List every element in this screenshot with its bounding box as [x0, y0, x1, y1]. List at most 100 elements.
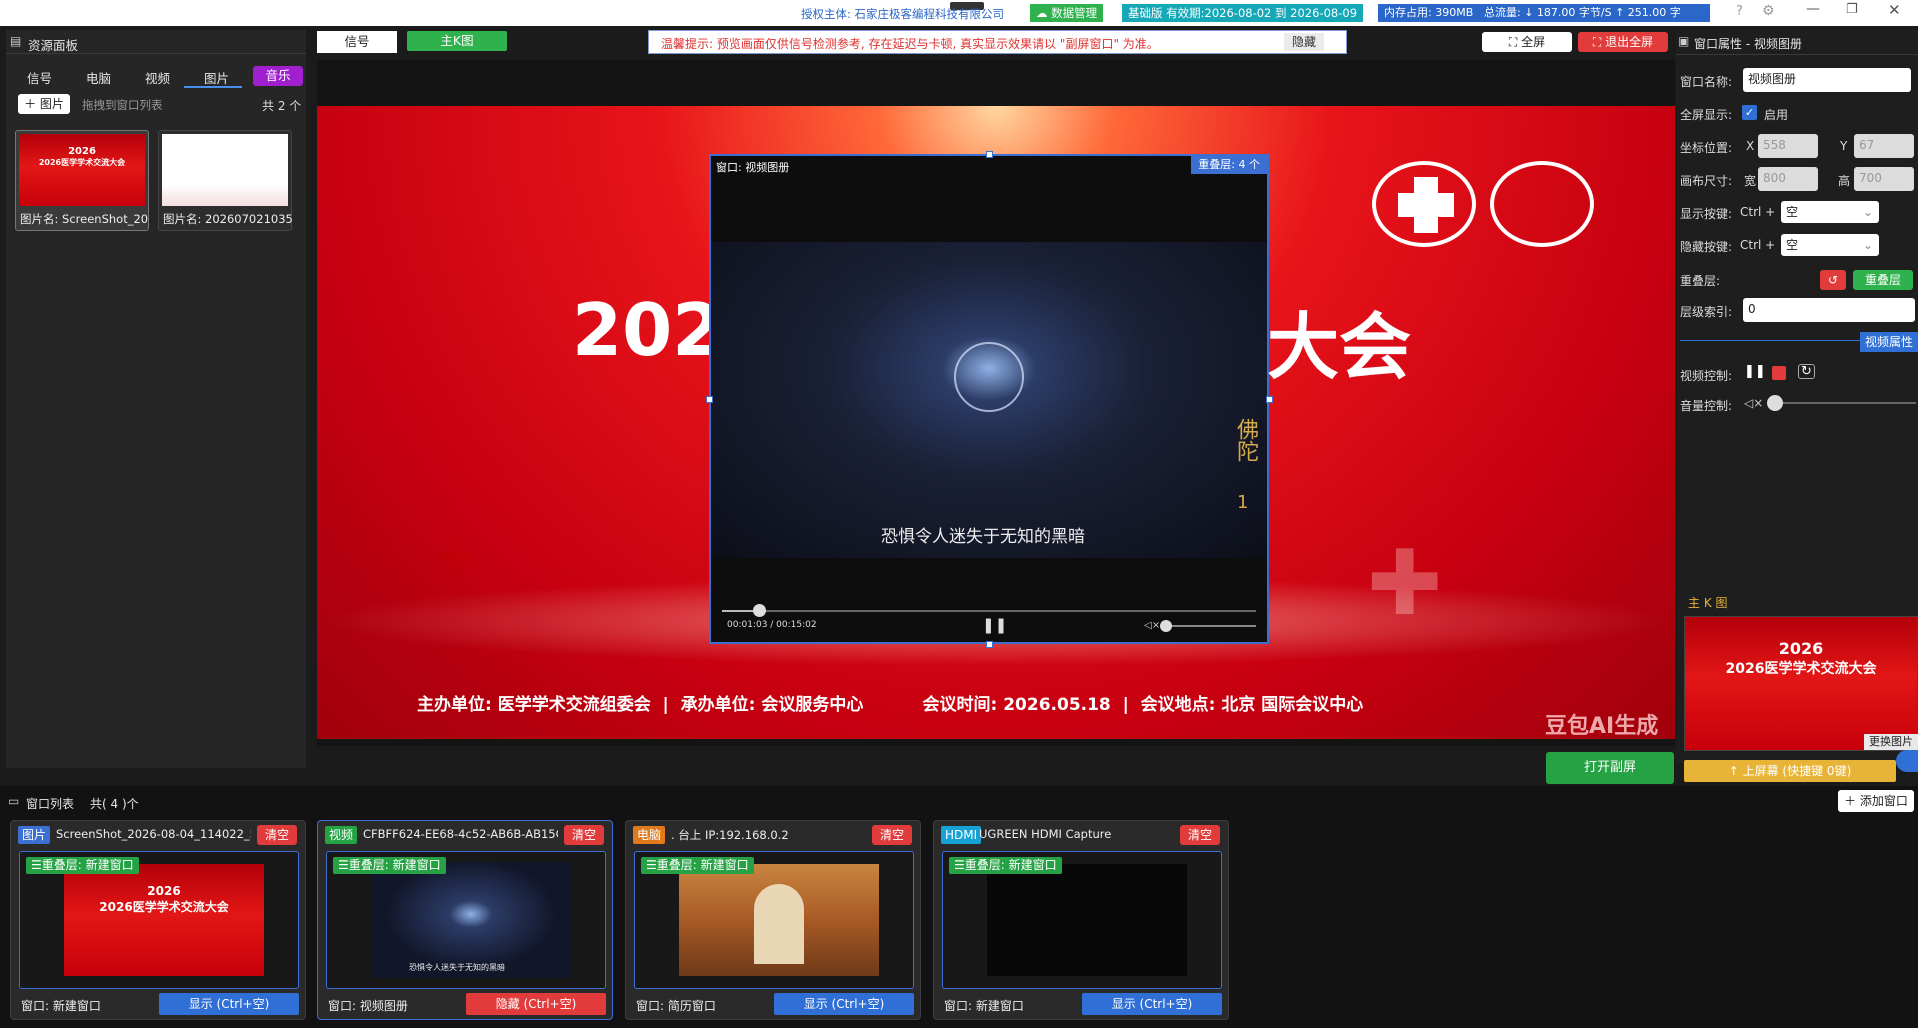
help-icon[interactable]: ? — [1736, 4, 1743, 19]
volume-slider-handle[interactable] — [1767, 395, 1783, 411]
video-window[interactable]: 窗口: 视频图册 重叠层: 4 个 恐惧令人迷失于无知的黑暗 佛陀 1 00:0… — [709, 154, 1269, 644]
reset-overlay-icon[interactable]: ↺ — [1820, 270, 1846, 290]
properties-title: 窗口属性 - 视频图册 — [1694, 37, 1802, 51]
add-window-button[interactable]: ＋ 添加窗口 — [1838, 790, 1914, 812]
window-source-title: UGREEN HDMI Capture — [979, 827, 1112, 841]
x-input[interactable]: 558 — [1758, 134, 1818, 158]
resource-count: 共 2 个 — [262, 99, 302, 113]
clear-button[interactable]: 清空 — [257, 825, 297, 845]
fullscreen-label: 全屏显示: — [1680, 108, 1733, 122]
clear-button[interactable]: 清空 — [564, 825, 604, 845]
tab-signal-view[interactable]: 信号 — [317, 31, 397, 53]
window-list-title: 窗口列表 — [26, 797, 75, 811]
mute-icon[interactable]: ◁× — [1744, 396, 1763, 410]
window-preview[interactable]: 2026 2026医学学术交流大会 ☰重叠层: 新建窗口 — [19, 851, 299, 989]
preview-thumbnail — [987, 864, 1187, 976]
window-card-video[interactable]: 视频 CFBFF624-EE68-4c52-AB6B-AB15CD379E0E … — [317, 820, 613, 1020]
show-key-select[interactable]: 空 ⌄ — [1781, 201, 1879, 223]
gear-icon[interactable]: ⚙ — [1762, 3, 1775, 19]
window-card-hdmi[interactable]: HDMI UGREEN HDMI Capture 清空 ☰重叠层: 新建窗口 窗… — [933, 820, 1229, 1020]
volume-handle[interactable] — [1159, 620, 1172, 632]
layer-index-label: 层级索引: — [1680, 305, 1733, 319]
thumb-preview — [162, 134, 288, 206]
video-subtitle: 恐惧令人迷失于无知的黑暗 — [881, 527, 1085, 547]
exit-fullscreen-button[interactable]: ⛶ 退出全屏 — [1578, 32, 1668, 52]
height-input[interactable]: 700 — [1854, 167, 1914, 191]
hide-notice-button[interactable]: 隐藏 — [1284, 33, 1324, 51]
maximize-icon[interactable]: ❐ — [1846, 2, 1858, 17]
notice-text: 温馨提示: 预览画面仅供信号检测参考, 存在延迟与卡顿, 真实显示效果请以 "副… — [661, 37, 1159, 51]
upscreen-button[interactable]: ↑ 上屏幕 (快捷键 0键) — [1684, 760, 1896, 782]
overlay-tag[interactable]: ☰重叠层: 新建窗口 — [949, 857, 1062, 874]
properties-icon: ▣ — [1678, 34, 1690, 48]
open-second-screen-button[interactable]: 打开副屏 — [1546, 752, 1674, 784]
width-input[interactable]: 800 — [1758, 167, 1818, 191]
tab-signal[interactable]: 信号 — [27, 68, 52, 87]
pause-icon[interactable]: ❚❚ — [1744, 364, 1766, 379]
side-tool-icon[interactable] — [1896, 750, 1918, 772]
tab-image[interactable]: 图片 — [204, 68, 229, 87]
image-thumb-2[interactable]: 图片名: 202607021035 — [158, 130, 293, 231]
toggle-display-button[interactable]: 显示 (Ctrl+空) — [159, 993, 299, 1015]
hide-key-value: 空 — [1786, 238, 1799, 252]
add-image-button[interactable]: ＋ 图片 — [18, 94, 70, 114]
overlay-button[interactable]: 重叠层 — [1853, 270, 1913, 290]
preview-thumbnail — [679, 864, 879, 976]
divider — [1676, 54, 1918, 55]
video-frame: 恐惧令人迷失于无知的黑暗 佛陀 1 — [711, 242, 1267, 558]
window-preview[interactable]: ☰重叠层: 新建窗口 — [634, 851, 914, 989]
window-card-image[interactable]: 图片 ScreenShot_2026-08-04_114022_589 清空 2… — [10, 820, 306, 1020]
tab-computer[interactable]: 电脑 — [86, 68, 111, 87]
window-card-computer[interactable]: 电脑 . 台上 IP:192.168.0.2 清空 ☰重叠层: 新建窗口 窗口:… — [625, 820, 921, 1020]
close-icon[interactable]: ✕ — [1888, 1, 1901, 19]
hide-key-select[interactable]: 空 ⌄ — [1781, 234, 1879, 256]
tab-main-k[interactable]: 主K图 — [407, 31, 507, 51]
hide-key-label: 隐藏按键: — [1680, 240, 1733, 254]
clear-button[interactable]: 清空 — [1180, 825, 1220, 845]
thumb-label: 图片名: 202607021035 — [163, 212, 293, 226]
minimize-icon[interactable]: — — [1806, 1, 1820, 17]
pause-icon[interactable]: ❚❚ — [982, 616, 1007, 634]
poster-footer: 主办单位: 医学学术交流组委会 | 承办单位: 会议服务中心 会议时间: 202… — [417, 695, 1364, 715]
stop-icon[interactable] — [1772, 366, 1786, 380]
main-k-headline: 2026医学学术交流大会 — [1725, 661, 1877, 677]
toggle-display-button[interactable]: 显示 (Ctrl+空) — [1082, 993, 1222, 1015]
ctrl-label: Ctrl + — [1740, 205, 1776, 219]
overlay-tag[interactable]: ☰重叠层: 新建窗口 — [26, 857, 139, 874]
volume-slider[interactable] — [1767, 395, 1916, 411]
replace-image-button[interactable]: 更换图片 — [1864, 734, 1918, 750]
y-input[interactable]: 67 — [1854, 134, 1914, 158]
resize-handle-bottom[interactable] — [986, 641, 993, 648]
window-preview[interactable]: 恐惧令人迷失于无知的黑暗 ☰重叠层: 新建窗口 — [326, 851, 606, 989]
video-control-label: 视频控制: — [1680, 369, 1733, 383]
data-management-button[interactable]: ☁ 数据管理 — [1030, 4, 1104, 22]
plus-icon: ＋ — [24, 97, 37, 111]
fullscreen-checkbox[interactable]: ✓ — [1742, 105, 1757, 120]
medical-emblem-logo — [1490, 161, 1594, 247]
video-props-tab[interactable]: 视频属性 — [1860, 332, 1918, 352]
tab-music[interactable]: 音乐 — [253, 66, 303, 86]
resize-handle-top[interactable] — [986, 151, 993, 158]
fullscreen-button[interactable]: ⛶ 全屏 — [1482, 32, 1572, 52]
window-source-title: CFBFF624-EE68-4c52-AB6B-AB15CD379E0E — [363, 827, 558, 841]
layer-index-input[interactable]: 0 — [1743, 298, 1915, 322]
volume-control-label: 音量控制: — [1680, 399, 1733, 413]
toggle-display-button[interactable]: 显示 (Ctrl+空) — [774, 993, 914, 1015]
tab-video[interactable]: 视频 — [145, 68, 170, 87]
clear-button[interactable]: 清空 — [872, 825, 912, 845]
overlay-tag[interactable]: ☰重叠层: 新建窗口 — [333, 857, 446, 874]
image-thumb-1[interactable]: 2026 2026医学学术交流大会 图片名: ScreenShot_20 — [15, 130, 149, 231]
height-label: 高 — [1838, 174, 1851, 188]
resize-handle-right[interactable] — [1266, 396, 1273, 403]
window-name-input[interactable]: 视频图册 — [1743, 68, 1911, 92]
mute-icon[interactable]: ◁× — [1144, 620, 1160, 631]
overlay-tag[interactable]: ☰重叠层: 新建窗口 — [641, 857, 754, 874]
window-preview[interactable]: ☰重叠层: 新建窗口 — [942, 851, 1222, 989]
main-k-preview: 2026 2026医学学术交流大会 — [1684, 616, 1918, 751]
replay-icon[interactable]: ↻ — [1798, 364, 1815, 379]
volume-track[interactable] — [1159, 620, 1256, 632]
video-progress-handle[interactable] — [753, 604, 767, 617]
resize-handle-left[interactable] — [706, 396, 713, 403]
video-progress-track[interactable] — [722, 604, 1256, 617]
toggle-display-button[interactable]: 隐藏 (Ctrl+空) — [466, 993, 606, 1015]
